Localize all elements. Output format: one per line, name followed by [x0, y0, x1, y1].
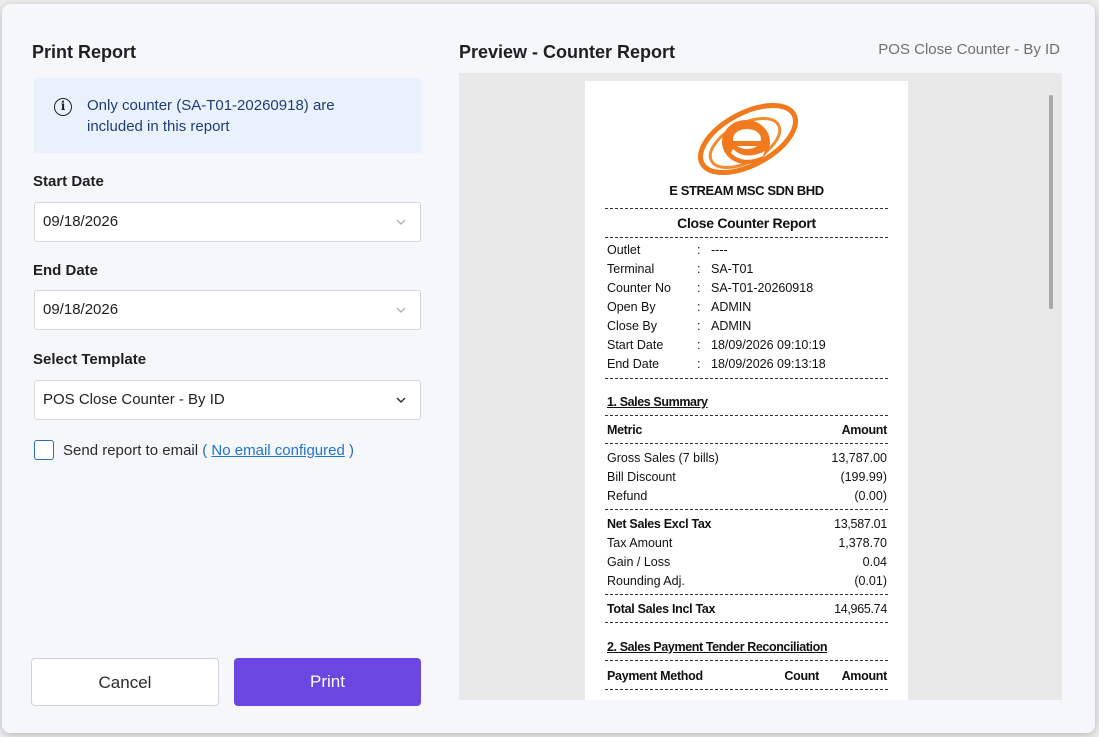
email-open-paren: ( [202, 442, 208, 459]
divider [605, 594, 888, 595]
summary-row-net-sales: Net Sales Excl Tax 13,587.01 [607, 517, 887, 531]
no-email-configured-link[interactable]: No email configured [211, 442, 344, 459]
company-logo [697, 102, 799, 176]
scrollbar-thumb[interactable] [1049, 95, 1053, 309]
divider [605, 689, 888, 690]
header-row-terminal: Terminal: SA-T01 [607, 262, 754, 276]
start-date-value: 09/18/2026 [43, 213, 119, 230]
divider [605, 237, 888, 238]
preview-scrollbar[interactable] [1041, 73, 1062, 700]
start-date-label: Start Date [33, 173, 104, 190]
end-date-value: 09/18/2026 [43, 301, 119, 318]
payment-column-headers: Payment Method Count Amount [607, 669, 887, 683]
header-row-close-by: Close By: ADMIN [607, 319, 752, 333]
dialog-title: Print Report [32, 42, 137, 62]
send-email-label: Send report to email ( No email configur… [63, 442, 354, 459]
send-email-checkbox[interactable] [34, 440, 54, 460]
end-date-label: End Date [33, 262, 99, 279]
start-date-picker[interactable]: 09/18/2026 [34, 202, 421, 242]
company-name: E STREAM MSC SDN BHD [669, 183, 824, 198]
summary-row-gain-loss: Gain / Loss 0.04 [607, 555, 887, 569]
divider [605, 208, 888, 209]
chevron-down-icon [396, 219, 406, 225]
receipt-page: E STREAM MSC SDN BHD Close Counter Repor… [585, 81, 908, 700]
print-report-dialog: Print Report i Only counter (SA-T01-2026… [2, 4, 1095, 733]
chevron-down-icon [396, 307, 406, 313]
divider [605, 660, 888, 661]
template-label: Select Template [33, 351, 147, 368]
divider [605, 509, 888, 510]
summary-column-headers: Metric Amount [607, 423, 887, 437]
report-title: Close Counter Report [677, 215, 816, 231]
header-row-start-date: Start Date:18/09/2026 09:10:19 [607, 338, 826, 352]
section-payment-tender: 2. Sales Payment Tender Reconciliation [607, 640, 828, 654]
summary-row-tax-amount: Tax Amount 1,378.70 [607, 536, 887, 550]
summary-row-total-sales: Total Sales Incl Tax 14,965.74 [607, 602, 887, 616]
header-row-open-by: Open By: ADMIN [607, 300, 752, 314]
report-preview-pane[interactable]: E STREAM MSC SDN BHD Close Counter Repor… [459, 73, 1062, 700]
header-row-end-date: End Date:18/09/2026 09:13:18 [607, 357, 826, 371]
section-sales-summary: 1. Sales Summary [607, 395, 708, 409]
header-row-outlet: Outlet: ---- [607, 243, 728, 257]
info-banner: i Only counter (SA-T01-20260918) are inc… [34, 78, 421, 153]
email-close-paren: ) [349, 442, 354, 459]
header-row-counter-no: Counter No: SA-T01-20260918 [607, 281, 814, 295]
template-select[interactable]: POS Close Counter - By ID [34, 380, 421, 420]
summary-row-refund: Refund (0.00) [607, 489, 887, 503]
summary-row-gross-sales: Gross Sales (7 bills) 13,787.00 [607, 451, 887, 465]
template-value: POS Close Counter - By ID [43, 391, 225, 408]
cancel-button[interactable]: Cancel [31, 658, 219, 706]
preview-title: Preview - Counter Report [459, 42, 676, 62]
summary-row-rounding: Rounding Adj. (0.01) [607, 574, 887, 588]
divider [605, 622, 888, 623]
end-date-picker[interactable]: 09/18/2026 [34, 290, 421, 330]
divider [605, 378, 888, 379]
send-email-text: Send report to email [63, 442, 199, 459]
print-button[interactable]: Print [234, 658, 421, 706]
chevron-down-icon [396, 397, 406, 404]
info-text: Only counter (SA-T01-20260918) are inclu… [87, 97, 335, 135]
preview-template-name: POS Close Counter - By ID [878, 41, 1060, 58]
info-icon: i [54, 98, 72, 116]
divider [605, 443, 888, 444]
summary-row-bill-discount: Bill Discount (199.99) [607, 470, 887, 484]
divider [605, 415, 888, 416]
